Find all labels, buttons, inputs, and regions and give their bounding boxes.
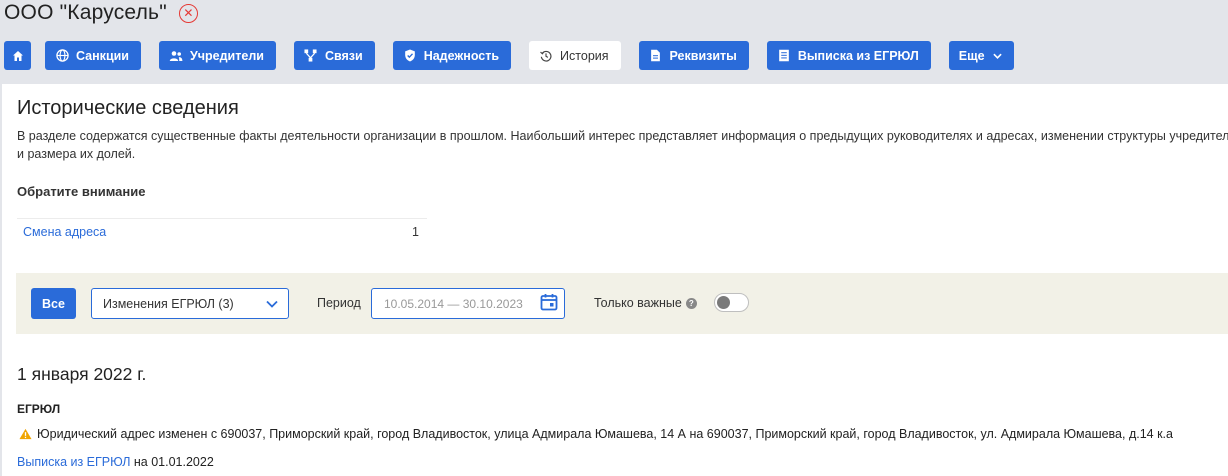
company-title: ООО "Карусель" <box>4 1 167 24</box>
tab-label: Учредители <box>190 48 264 63</box>
change-type-select[interactable]: Изменения ЕГРЮЛ (3) <box>91 288 289 319</box>
tab-history[interactable]: История <box>529 41 621 70</box>
extract-line: Выписка из ЕГРЮЛ на 01.01.2022 <box>17 455 214 469</box>
change-type-value: Изменения ЕГРЮЛ (3) <box>103 296 234 311</box>
event-date: 1 января 2022 г. <box>17 364 147 384</box>
calendar-icon[interactable] <box>540 293 558 314</box>
tab-label: Надежность <box>423 48 500 63</box>
tab-requisites[interactable]: Реквизиты <box>638 41 749 70</box>
tab-reliability[interactable]: Надежность <box>392 41 512 70</box>
tab-label: Санкции <box>76 48 129 63</box>
event-source: ЕГРЮЛ <box>17 402 61 416</box>
important-only-text: Только важные <box>594 296 682 310</box>
notice-row: Смена адреса 1 <box>17 218 427 245</box>
close-circle-icon[interactable]: ✕ <box>178 3 198 23</box>
tab-egrul-extract[interactable]: Выписка из ЕГРЮЛ <box>766 41 931 70</box>
important-only-toggle[interactable] <box>714 293 749 312</box>
toggle-knob <box>717 296 730 309</box>
tab-home[interactable] <box>4 41 31 70</box>
nav-tabs: Санкции Учредители Связи Надежность Исто… <box>4 41 1032 70</box>
shield-icon <box>403 49 417 63</box>
notice-link-address-change[interactable]: Смена адреса <box>23 225 106 239</box>
people-icon <box>169 49 183 63</box>
home-icon <box>11 49 25 63</box>
period-input[interactable]: 10.05.2014 — 30.10.2023 <box>371 288 565 319</box>
network-icon <box>304 49 318 63</box>
section-title: Исторические сведения <box>17 97 239 119</box>
event-text-row: Юридический адрес изменен с 690037, Прим… <box>19 427 1228 441</box>
history-icon <box>539 49 553 63</box>
tab-founders[interactable]: Учредители <box>159 41 276 70</box>
warning-icon <box>19 428 32 440</box>
tab-label: Выписка из ЕГРЮЛ <box>797 48 919 63</box>
section-description: В разделе содержатся существенные факты … <box>17 129 1228 161</box>
tab-sanctions[interactable]: Санкции <box>45 41 141 70</box>
help-icon[interactable]: ? <box>685 297 697 309</box>
notice-count: 1 <box>412 225 419 239</box>
all-button[interactable]: Все <box>31 288 76 319</box>
tab-links[interactable]: Связи <box>293 41 375 70</box>
tab-label: Реквизиты <box>669 48 737 63</box>
filter-bar: Все Изменения ЕГРЮЛ (3) Период 10.05.201… <box>16 273 1228 334</box>
globe-icon <box>55 49 69 63</box>
tab-label: История <box>560 48 609 63</box>
extract-date: на 01.01.2022 <box>130 455 214 469</box>
period-label: Период <box>317 296 361 310</box>
chevron-down-icon <box>266 297 278 311</box>
tab-label: Связи <box>324 48 363 63</box>
register-icon <box>777 49 791 63</box>
content-panel: Исторические сведения В разделе содержат… <box>2 84 1228 476</box>
chevron-down-icon <box>992 53 1002 59</box>
period-value: 10.05.2014 — 30.10.2023 <box>384 296 523 311</box>
important-only-label: Только важные ? <box>594 296 697 310</box>
company-header: ООО "Карусель" ✕ <box>4 0 198 26</box>
tab-label: Еще <box>958 48 985 63</box>
notice-title: Обратите внимание <box>17 184 146 199</box>
tab-more[interactable]: Еще <box>948 41 1014 70</box>
document-icon <box>649 49 663 63</box>
event-text: Юридический адрес изменен с 690037, Прим… <box>37 427 1173 441</box>
egrul-extract-link[interactable]: Выписка из ЕГРЮЛ <box>17 455 130 469</box>
